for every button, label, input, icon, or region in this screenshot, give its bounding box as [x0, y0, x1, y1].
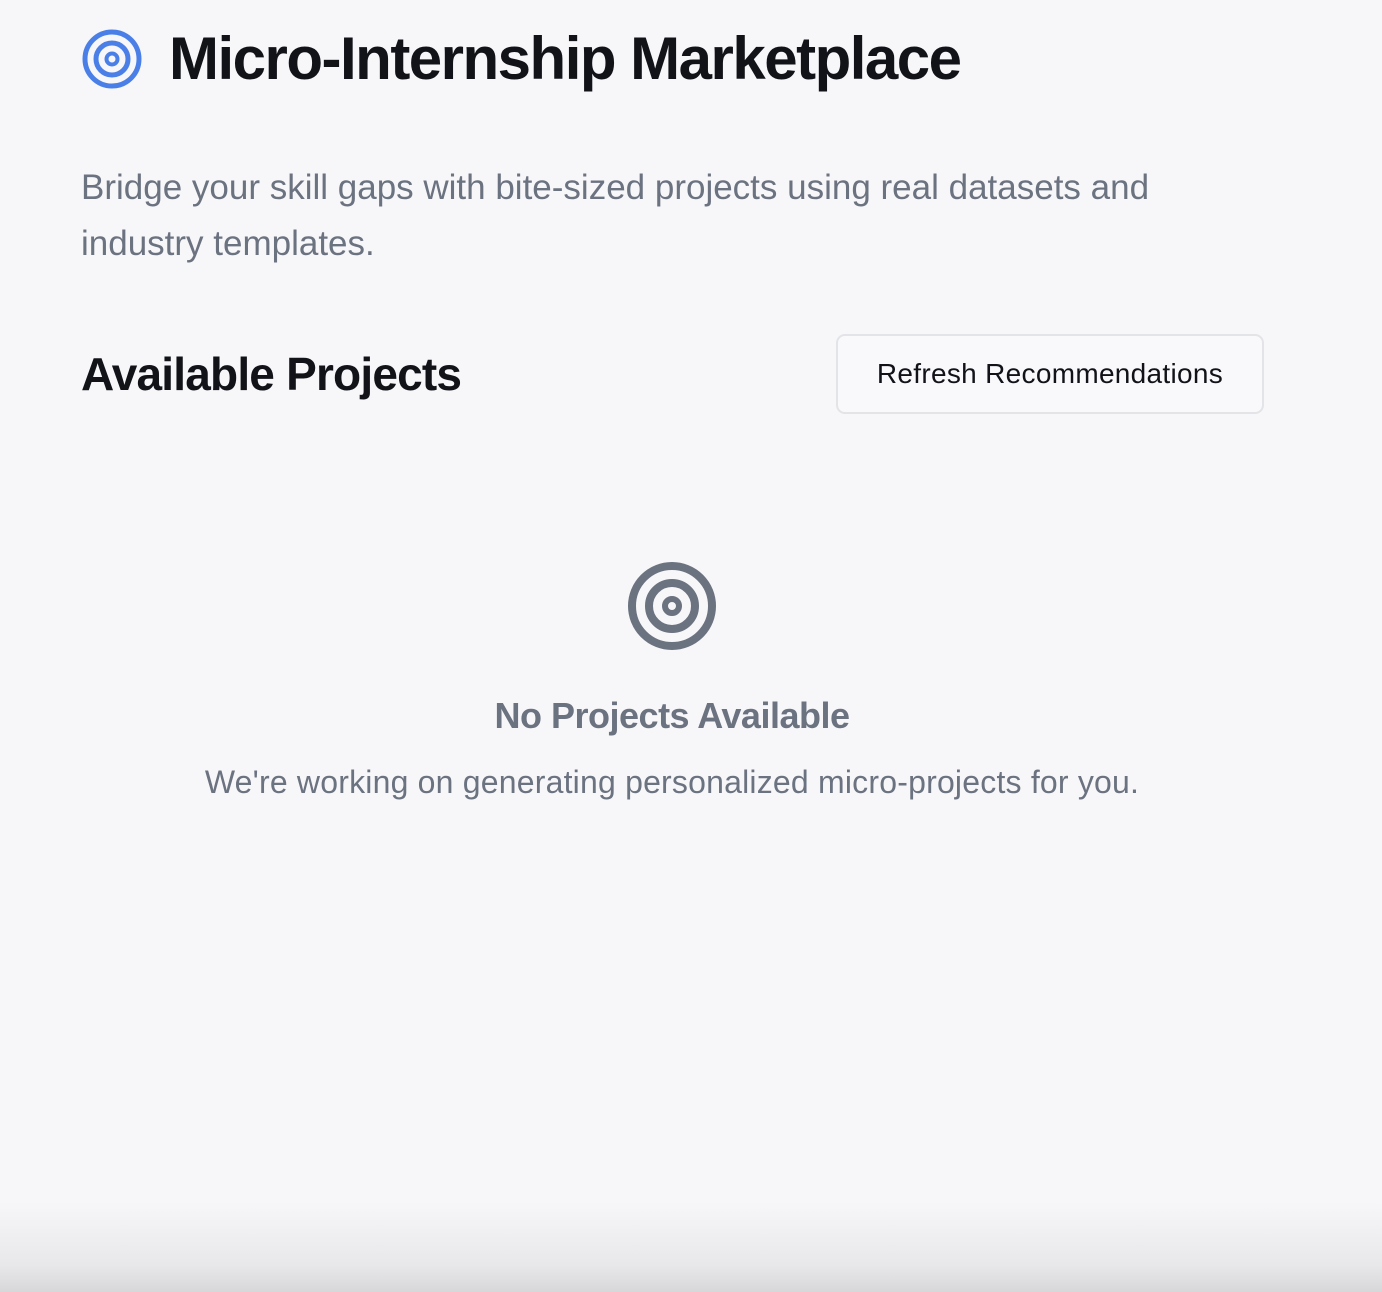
page-header: Micro-Internship Marketplace	[81, 24, 962, 94]
refresh-recommendations-button[interactable]: Refresh Recommendations	[836, 334, 1264, 414]
bottom-shadow	[0, 1202, 1382, 1292]
empty-state-description: We're working on generating personalized…	[204, 764, 1140, 800]
target-icon	[82, 29, 142, 89]
page-title: Micro-Internship Marketplace	[169, 25, 962, 92]
empty-state: No Projects Available We're working on g…	[81, 560, 1263, 804]
target-icon	[628, 562, 716, 650]
empty-state-title: No Projects Available	[494, 695, 850, 736]
available-projects-heading: Available Projects	[81, 348, 462, 400]
page-subtitle: Bridge your skill gaps with bite-sized p…	[81, 168, 1150, 263]
